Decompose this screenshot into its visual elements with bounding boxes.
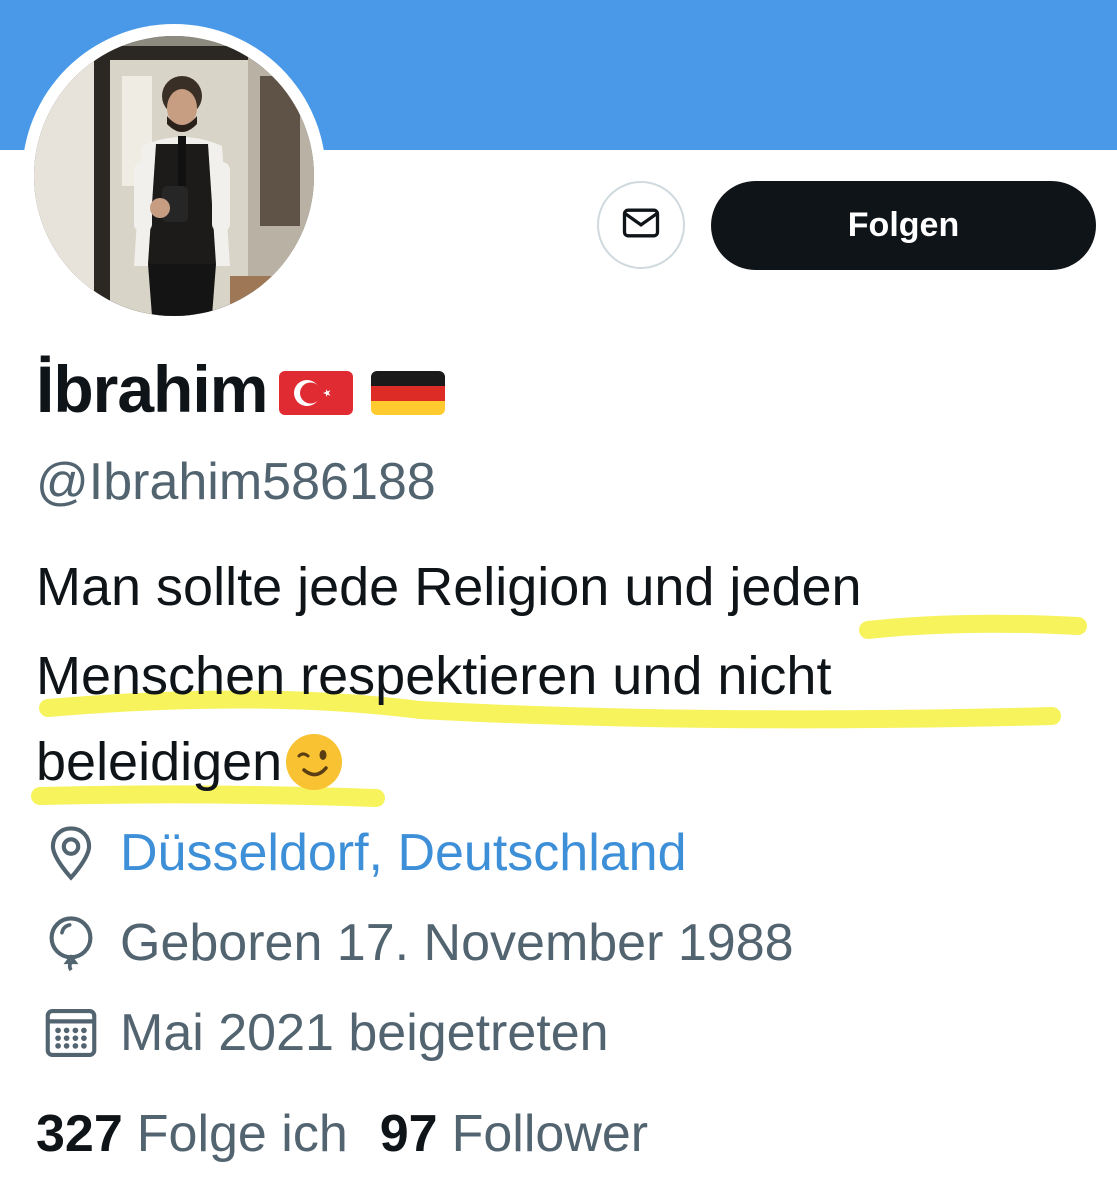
germany-flag-emoji: [369, 367, 447, 419]
avatar[interactable]: [34, 36, 314, 316]
calendar-icon: [40, 1002, 102, 1064]
follow-button[interactable]: Folgen: [711, 181, 1096, 270]
followers-link[interactable]: 97 Follower: [380, 1104, 648, 1164]
following-count: 327: [36, 1105, 123, 1163]
message-button[interactable]: [597, 181, 685, 269]
followers-label: Follower: [451, 1105, 649, 1163]
joined-row: Mai 2021 beigetreten: [40, 998, 609, 1068]
name-row: İbrahim: [36, 344, 447, 434]
balloon-icon: [40, 912, 102, 974]
following-link[interactable]: 327 Folge ich: [36, 1104, 348, 1164]
bio-line-2: Menschen respektieren und nicht: [36, 646, 832, 706]
winking-face-emoji: [284, 732, 344, 792]
following-label: Folge ich: [136, 1105, 348, 1163]
follow-stats: 327 Folge ich 97 Follower: [36, 1104, 648, 1164]
profile-handle: @Ibrahim586188: [36, 453, 436, 511]
followers-count: 97: [379, 1105, 438, 1163]
bio-line-1: Man sollte jede Religion und jeden: [36, 557, 862, 617]
turkey-flag-emoji: [277, 367, 355, 419]
envelope-icon: [619, 201, 663, 250]
display-name: İbrahim: [36, 352, 268, 426]
location-pin-icon: [40, 822, 102, 884]
birthday-text: Geboren 17. November 1988: [120, 914, 794, 972]
bio-line-3: beleidigen: [36, 731, 344, 793]
location-row: Düsseldorf, Deutschland: [40, 818, 687, 888]
joined-text: Mai 2021 beigetreten: [120, 1004, 609, 1062]
location-link[interactable]: Düsseldorf, Deutschland: [120, 823, 687, 883]
avatar-photo: [34, 36, 314, 316]
bio-line-3-text: beleidigen: [36, 732, 283, 792]
birthday-row: Geboren 17. November 1988: [40, 908, 794, 978]
